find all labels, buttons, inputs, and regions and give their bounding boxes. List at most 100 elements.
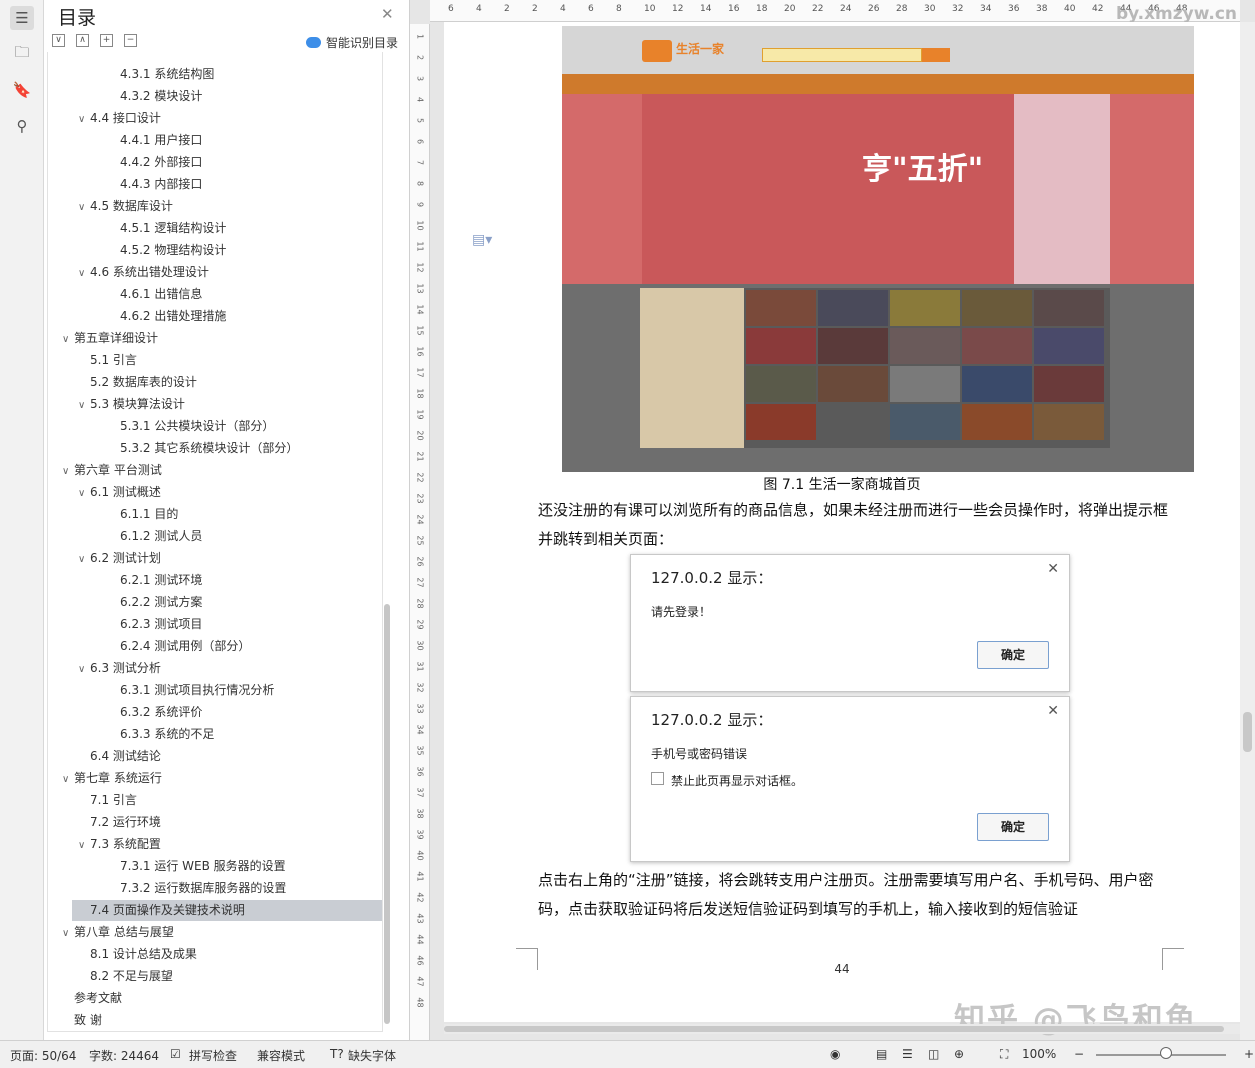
toc-item[interactable]: 6.2.3 测试项目 (48, 614, 202, 635)
chevron-down-icon[interactable]: ∨ (78, 263, 90, 284)
toc-item[interactable]: 参考文献 (48, 988, 122, 1009)
bookmark-icon[interactable]: 🔖 (10, 78, 34, 102)
chevron-down-icon[interactable]: ∨ (78, 395, 90, 416)
toc-item[interactable]: 5.1 引言 (48, 350, 137, 371)
toc-item[interactable]: ∨ 第五章详细设计 (48, 328, 158, 349)
toc-item[interactable]: 6.3.3 系统的不足 (48, 724, 214, 745)
missing-font-label[interactable]: 缺失字体 (348, 1047, 396, 1064)
toc-item[interactable]: 致 谢 (48, 1010, 102, 1031)
chevron-down-icon[interactable]: ∨ (62, 769, 74, 790)
toc-item[interactable]: 8.2 不足与展望 (48, 966, 173, 987)
spellcheck-label[interactable]: 拼写检查 (189, 1047, 237, 1064)
toc-item[interactable]: 6.2.1 测试环境 (48, 570, 202, 591)
toc-item[interactable]: 7.3.2 运行数据库服务器的设置 (48, 878, 286, 899)
toc-item[interactable]: 5.3.2 其它系统模块设计（部分） (48, 438, 298, 459)
chevron-down-icon[interactable]: ∨ (78, 197, 90, 218)
toc-item[interactable]: ∨ 第七章 系统运行 (48, 768, 162, 789)
toc-item[interactable]: 8.1 设计总结及成果 (48, 944, 197, 965)
toc-item[interactable]: ∨ 5.3 模块算法设计 (48, 394, 185, 415)
toc-item[interactable]: 6.2.2 测试方案 (48, 592, 202, 613)
outline-view-icon[interactable]: ☰ (902, 1047, 913, 1061)
zoom-level[interactable]: 100% (1022, 1047, 1056, 1061)
toc-item[interactable]: 6.3.2 系统评价 (48, 702, 202, 723)
page-indicator[interactable]: 页面: 50/64 (10, 1047, 76, 1064)
spellcheck-icon[interactable]: ☑ (170, 1047, 181, 1061)
toc-item[interactable]: ∨ 7.3 系统配置 (48, 834, 161, 855)
fit-page-icon[interactable]: ⛶ (1000, 1047, 1008, 1062)
toc-item[interactable]: ∨ 6.1 测试概述 (48, 482, 161, 503)
toc-item[interactable]: 4.5.2 物理结构设计 (48, 240, 226, 261)
toc-item[interactable]: 4.4.2 外部接口 (48, 152, 202, 173)
toc-item[interactable]: 7.2 运行环境 (48, 812, 161, 833)
expand-up-icon[interactable]: ∧ (76, 34, 89, 47)
compat-mode[interactable]: 兼容模式 (257, 1047, 305, 1064)
horizontal-scrollbar[interactable] (444, 1024, 1240, 1034)
ruler-tick: 24 (840, 4, 852, 14)
chevron-down-icon[interactable]: ∨ (62, 923, 74, 944)
toc-item[interactable]: ∨ 第八章 总结与展望 (48, 922, 174, 943)
toc-item-label: 6.2.2 测试方案 (120, 595, 203, 609)
chevron-down-icon[interactable]: ∨ (62, 461, 74, 482)
toc-item[interactable]: 4.3.2 模块设计 (48, 86, 202, 107)
chevron-down-icon[interactable]: ∨ (62, 329, 74, 350)
eye-icon[interactable]: ◉ (830, 1047, 840, 1061)
remove-heading-icon[interactable]: − (124, 34, 137, 47)
read-view-icon[interactable]: ◫ (928, 1047, 939, 1061)
toc-item[interactable]: 7.4 页面操作及关键技术说明 (72, 900, 382, 921)
ok-button[interactable]: 确定 (977, 641, 1049, 669)
web-view-icon[interactable]: ⊕ (954, 1047, 964, 1061)
toc-icon[interactable]: ☰ (10, 6, 34, 30)
toc-item[interactable]: 6.2.4 测试用例（部分） (48, 636, 250, 657)
vertical-scrollbar[interactable] (1240, 22, 1255, 1040)
toc-item[interactable]: 4.5.1 逻辑结构设计 (48, 218, 226, 239)
chevron-down-icon[interactable]: ∨ (78, 835, 90, 856)
zoom-slider-knob[interactable] (1160, 1047, 1172, 1059)
add-heading-icon[interactable]: + (100, 34, 113, 47)
collapse-all-icon[interactable]: ∨ (52, 34, 65, 47)
toc-item[interactable]: 6.1.2 测试人员 (48, 526, 202, 547)
toc-item[interactable]: 6.1.1 目的 (48, 504, 178, 525)
suppress-checkbox[interactable] (651, 772, 664, 785)
zoom-in-icon[interactable]: + (1244, 1047, 1254, 1061)
toc-item-label: 第七章 系统运行 (74, 771, 162, 785)
toc-item[interactable]: 7.3.1 运行 WEB 服务器的设置 (48, 856, 286, 877)
page-view-icon[interactable]: ▤ (876, 1047, 887, 1061)
suppress-label: 禁止此页再显示对话框。 (671, 774, 804, 788)
doc-icon[interactable]: ▤▾ (472, 232, 492, 248)
toc-item[interactable]: 4.6.2 出错处理措施 (48, 306, 226, 327)
toc-item[interactable]: ∨ 6.3 测试分析 (48, 658, 161, 679)
toc-item[interactable]: 6.4 测试结论 (48, 746, 161, 767)
toc-item[interactable]: ∨ 6.2 测试计划 (48, 548, 161, 569)
scroll-thumb[interactable] (1243, 712, 1252, 752)
zoom-out-icon[interactable]: − (1074, 1047, 1084, 1061)
chevron-down-icon[interactable]: ∨ (78, 549, 90, 570)
toc-item[interactable]: 4.4.1 用户接口 (48, 130, 202, 151)
ruler-tick: 13 (415, 283, 425, 294)
ruler-tick: 20 (415, 430, 425, 441)
font-icon[interactable]: T? (330, 1047, 344, 1061)
word-count[interactable]: 字数: 24464 (89, 1047, 159, 1064)
chevron-down-icon[interactable]: ∨ (78, 659, 90, 680)
toc-item[interactable]: 4.6.1 出错信息 (48, 284, 202, 305)
toc-item[interactable]: 7.1 引言 (48, 790, 137, 811)
toc-item[interactable]: 5.2 数据库表的设计 (48, 372, 197, 393)
toc-item[interactable]: 4.3.1 系统结构图 (48, 64, 214, 85)
search-icon[interactable]: ⚲ (10, 114, 34, 138)
toc-item[interactable]: 6.3.1 测试项目执行情况分析 (48, 680, 274, 701)
chevron-down-icon[interactable]: ∨ (78, 109, 90, 130)
scroll-thumb[interactable] (444, 1026, 1224, 1032)
close-icon[interactable]: ✕ (381, 5, 394, 23)
smart-toc-button[interactable]: 智能识别目录 (306, 34, 398, 51)
close-icon[interactable]: ✕ (1047, 703, 1059, 719)
toc-item[interactable]: 5.3.1 公共模块设计（部分） (48, 416, 274, 437)
toc-item[interactable]: ∨ 4.5 数据库设计 (48, 196, 173, 217)
toc-item[interactable]: ∨ 第六章 平台测试 (48, 460, 162, 481)
chevron-down-icon[interactable]: ∨ (78, 483, 90, 504)
folder-icon[interactable]: 🗀 (10, 42, 34, 66)
toc-scrollbar[interactable] (384, 604, 390, 1024)
toc-item[interactable]: ∨ 4.4 接口设计 (48, 108, 161, 129)
toc-item[interactable]: 4.4.3 内部接口 (48, 174, 202, 195)
ok-button[interactable]: 确定 (977, 813, 1049, 841)
close-icon[interactable]: ✕ (1047, 561, 1059, 577)
toc-item[interactable]: ∨ 4.6 系统出错处理设计 (48, 262, 209, 283)
